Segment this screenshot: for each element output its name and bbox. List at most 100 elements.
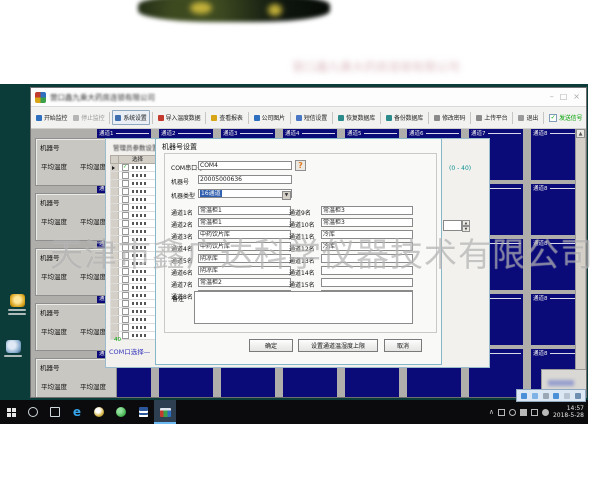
tray-folder-icon[interactable] xyxy=(498,409,505,416)
help-button[interactable]: ? xyxy=(295,160,306,171)
toolbar-button-9[interactable]: 上传平台 xyxy=(473,110,510,125)
admin-grid-row[interactable] xyxy=(110,252,157,260)
admin-grid-row[interactable] xyxy=(110,308,157,316)
vertical-scrollbar[interactable]: ▲ ▼ xyxy=(575,129,585,398)
tray-popup-icon[interactable] xyxy=(575,393,581,399)
admin-grid-row[interactable] xyxy=(110,276,157,284)
row-checkbox[interactable] xyxy=(122,324,129,331)
row-checkbox[interactable] xyxy=(122,268,129,275)
admin-grid-row[interactable] xyxy=(110,292,157,300)
task-view-button[interactable] xyxy=(44,400,66,424)
admin-grid-row[interactable] xyxy=(110,228,157,236)
admin-grid-row[interactable] xyxy=(110,300,157,308)
admin-grid-row[interactable] xyxy=(110,260,157,268)
channel-name-input[interactable] xyxy=(321,254,413,263)
tray-popup-icon[interactable] xyxy=(553,393,559,399)
channel-name-input[interactable]: 常温柜1 xyxy=(198,218,291,227)
admin-grid-row[interactable] xyxy=(110,188,157,196)
admin-grid-row[interactable] xyxy=(110,316,157,324)
toolbar-button-6[interactable]: 恢复数据库 xyxy=(335,110,378,125)
machine-type-select[interactable]: 16通道 xyxy=(198,189,292,198)
send-signal-checkbox[interactable]: ✓ 发送信号 xyxy=(546,110,585,125)
channel-name-input[interactable]: 阴凉库 xyxy=(198,266,291,275)
browser-button[interactable] xyxy=(88,400,110,424)
admin-grid-row[interactable] xyxy=(110,284,157,292)
start-monitor-button[interactable]: 开始监控 xyxy=(33,110,70,125)
row-checkbox[interactable] xyxy=(122,180,129,187)
row-checkbox[interactable] xyxy=(122,220,129,227)
taskbar-clock[interactable]: 14:57 2018-5-28 xyxy=(553,405,584,419)
row-checkbox[interactable] xyxy=(122,204,129,211)
row-checkbox[interactable] xyxy=(122,172,129,179)
channel-name-input[interactable]: 常温柜3 xyxy=(321,218,413,227)
toolbar-button-3[interactable]: 查看报表 xyxy=(208,110,245,125)
admin-grid-row[interactable] xyxy=(110,220,157,228)
cancel-button[interactable]: 取消 xyxy=(384,339,422,352)
admin-grid-row[interactable] xyxy=(110,196,157,204)
row-checkbox[interactable] xyxy=(122,316,129,323)
channel-name-input[interactable] xyxy=(321,278,413,287)
admin-grid-row[interactable] xyxy=(110,324,157,332)
admin-grid-row[interactable] xyxy=(110,268,157,276)
monitor-app-button[interactable] xyxy=(154,400,176,424)
channel-name-input[interactable]: 常温柜2 xyxy=(198,278,291,287)
row-checkbox[interactable] xyxy=(122,284,129,291)
row-checkbox[interactable] xyxy=(122,236,129,243)
channel-name-input[interactable]: 冷库 xyxy=(321,242,413,251)
maximize-icon[interactable]: □ xyxy=(560,93,568,101)
stop-monitor-button[interactable]: 停止监控 xyxy=(70,110,107,125)
tray-chevron-icon[interactable]: ∧ xyxy=(489,408,494,416)
chevron-down-icon[interactable]: ▼ xyxy=(282,191,291,200)
admin-grid-row[interactable] xyxy=(110,172,157,180)
edge-browser-button[interactable]: e xyxy=(66,400,88,424)
channel-name-input[interactable]: 冷库 xyxy=(321,230,413,239)
channel-name-input[interactable]: 常温柜1 xyxy=(198,206,291,215)
row-checkbox[interactable] xyxy=(122,228,129,235)
toolbar-button-5[interactable]: 短信设置 xyxy=(293,110,330,125)
channel-name-input[interactable]: 常温柜3 xyxy=(321,206,413,215)
desktop-icon[interactable] xyxy=(6,294,28,315)
toolbar-button-10[interactable]: 退出 xyxy=(515,110,541,125)
start-button[interactable] xyxy=(0,400,22,424)
row-checkbox[interactable] xyxy=(122,252,129,259)
admin-grid-row[interactable] xyxy=(110,236,157,244)
search-button[interactable] xyxy=(22,400,44,424)
row-checkbox[interactable] xyxy=(122,292,129,299)
ok-button[interactable]: 确定 xyxy=(249,339,293,352)
row-checkbox[interactable] xyxy=(122,188,129,195)
row-checkbox[interactable] xyxy=(122,300,129,307)
channel-name-input[interactable] xyxy=(321,266,413,275)
admin-grid-row[interactable]: ✓ xyxy=(110,164,157,172)
tray-popup-icon[interactable] xyxy=(543,393,549,399)
set-channel-limits-button[interactable]: 设置通道温湿度上限 xyxy=(298,339,378,352)
row-checkbox[interactable] xyxy=(122,260,129,267)
scroll-up-icon[interactable]: ▲ xyxy=(576,129,585,138)
row-checkbox[interactable] xyxy=(122,332,129,339)
close-icon[interactable]: × xyxy=(573,93,580,101)
spinner-down-icon[interactable]: ▼ xyxy=(462,226,470,232)
desktop-icon[interactable] xyxy=(2,340,24,357)
machine-number-input[interactable]: 20005000636 xyxy=(198,175,292,184)
tray-input-icon[interactable] xyxy=(531,409,538,416)
channel-name-input[interactable]: 阴凉库 xyxy=(198,254,291,263)
admin-grid-row[interactable] xyxy=(110,244,157,252)
row-checkbox[interactable] xyxy=(122,212,129,219)
admin-grid-row[interactable] xyxy=(110,212,157,220)
toolbar-button-8[interactable]: 修改密码 xyxy=(431,110,468,125)
titlebar[interactable]: 营口鑫九乘大药房连锁有限公司 – □ × xyxy=(31,88,586,107)
note-textarea[interactable] xyxy=(194,291,413,324)
toolbar-button-2[interactable]: 导入温度数据 xyxy=(155,110,204,125)
tray-popup-icon[interactable] xyxy=(564,393,570,399)
row-checkbox[interactable] xyxy=(122,276,129,283)
spinner-input[interactable] xyxy=(443,220,462,231)
channel-name-input[interactable]: 中药饮片库 xyxy=(198,230,291,239)
row-checkbox[interactable] xyxy=(122,308,129,315)
tray-popup-icon[interactable] xyxy=(521,393,527,399)
toolbar-button-7[interactable]: 备份数据库 xyxy=(383,110,426,125)
channel-name-input[interactable]: 中药饮片库 xyxy=(198,242,291,251)
tray-volume-icon[interactable] xyxy=(520,409,527,416)
toolbar-button-4[interactable]: 公司图片 xyxy=(251,110,288,125)
app-button[interactable] xyxy=(110,400,132,424)
row-checkbox[interactable] xyxy=(122,196,129,203)
limit-spinner[interactable]: ▲ ▼ xyxy=(443,220,470,231)
